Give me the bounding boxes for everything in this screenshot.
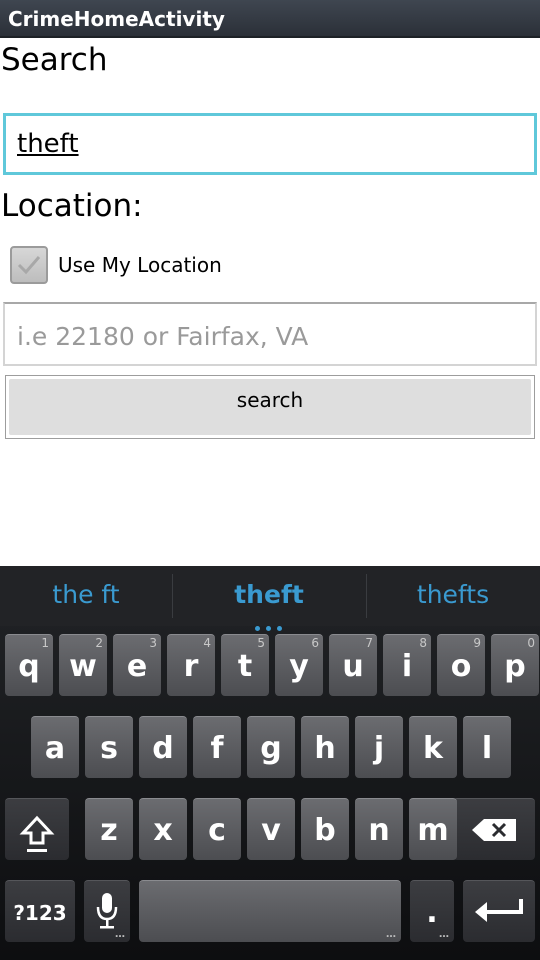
key-label: q [18,649,40,684]
key-number-hint: 1 [41,636,49,650]
mic-key[interactable]: … [84,880,130,942]
key-label: e [126,649,148,684]
key-label: l [481,731,493,766]
use-location-label[interactable]: Use My Location [58,253,222,277]
key-b[interactable]: b [301,798,349,860]
key-l[interactable]: l [463,716,511,778]
search-input-value: theft [17,129,79,159]
key-u[interactable]: u7 [329,634,377,696]
period-key-label: . [426,895,438,930]
key-t[interactable]: t5 [221,634,269,696]
suggestion-3[interactable]: thefts [366,580,540,609]
key-label: y [289,649,309,684]
symbols-key[interactable]: ?123 [5,880,75,942]
location-heading: Location: [1,188,143,224]
key-label: x [153,813,173,848]
space-key[interactable]: … [139,880,401,942]
key-label: h [314,731,336,766]
key-label: u [342,649,364,684]
key-j[interactable]: j [355,716,403,778]
key-c[interactable]: c [193,798,241,860]
key-number-hint: 5 [257,636,265,650]
key-label: j [373,731,385,766]
key-s[interactable]: s [85,716,133,778]
key-r[interactable]: r4 [167,634,215,696]
key-label: s [100,731,118,766]
key-x[interactable]: x [139,798,187,860]
key-label: p [504,649,526,684]
key-o[interactable]: o9 [437,634,485,696]
search-input[interactable]: theft [3,113,537,175]
key-label: c [208,813,226,848]
search-heading: Search [1,42,108,78]
key-label: d [152,731,174,766]
key-d[interactable]: d [139,716,187,778]
key-number-hint: 3 [149,636,157,650]
backspace-key[interactable] [453,798,535,860]
key-number-hint: 4 [203,636,211,650]
key-label: w [69,649,97,684]
title-bar: CrimeHomeActivity [0,0,540,38]
search-button[interactable]: search [5,375,535,439]
key-k[interactable]: k [409,716,457,778]
key-z[interactable]: z [85,798,133,860]
key-i[interactable]: i8 [383,634,431,696]
key-e[interactable]: e3 [113,634,161,696]
location-input[interactable]: i.e 22180 or Fairfax, VA [3,302,537,366]
key-label: t [237,649,253,684]
space-key-more-indicator: … [386,929,396,940]
key-number-hint: 7 [365,636,373,650]
location-placeholder: i.e 22180 or Fairfax, VA [17,322,309,351]
key-h[interactable]: h [301,716,349,778]
suggestion-strip: the ft theft thefts [0,566,540,631]
shift-key[interactable] [5,798,69,860]
mic-key-more-indicator: … [115,929,125,940]
key-number-hint: 8 [419,636,427,650]
key-number-hint: 0 [527,636,535,650]
backspace-icon [472,819,516,841]
shift-icon [19,815,55,852]
key-label: r [183,649,199,684]
more-suggestions-indicator [252,616,286,631]
key-y[interactable]: y6 [275,634,323,696]
period-key-more-indicator: … [439,929,449,940]
search-button-label: search [236,388,304,412]
key-v[interactable]: v [247,798,295,860]
microphone-icon [96,893,118,929]
key-n[interactable]: n [355,798,403,860]
key-p[interactable]: p0 [491,634,539,696]
key-m[interactable]: m [409,798,457,860]
key-number-hint: 6 [311,636,319,650]
key-number-hint: 2 [95,636,103,650]
checkmark-icon [17,256,41,275]
key-a[interactable]: a [31,716,79,778]
key-label: g [260,731,282,766]
key-q[interactable]: q1 [5,634,53,696]
enter-key[interactable] [463,880,535,942]
app-title: CrimeHomeActivity [8,7,225,31]
key-label: a [44,731,66,766]
key-number-hint: 9 [473,636,481,650]
suggestion-2[interactable]: theft [172,580,366,609]
period-key[interactable]: . … [410,880,454,942]
key-f[interactable]: f [193,716,241,778]
symbols-key-label: ?123 [13,901,67,925]
soft-keyboard: the ft theft thefts ?123 … … . … q 1 w 2… [0,566,540,960]
key-label: v [261,813,281,848]
key-g[interactable]: g [247,716,295,778]
suggestion-1[interactable]: the ft [0,580,172,609]
key-label: m [417,813,449,848]
key-label: i [401,649,413,684]
key-label: b [314,813,336,848]
key-label: f [210,731,224,766]
use-location-checkbox[interactable] [10,246,48,284]
enter-icon [475,899,523,922]
key-label: o [450,649,472,684]
key-label: k [423,731,443,766]
key-label: z [100,813,118,848]
key-label: n [368,813,390,848]
key-w[interactable]: w2 [59,634,107,696]
